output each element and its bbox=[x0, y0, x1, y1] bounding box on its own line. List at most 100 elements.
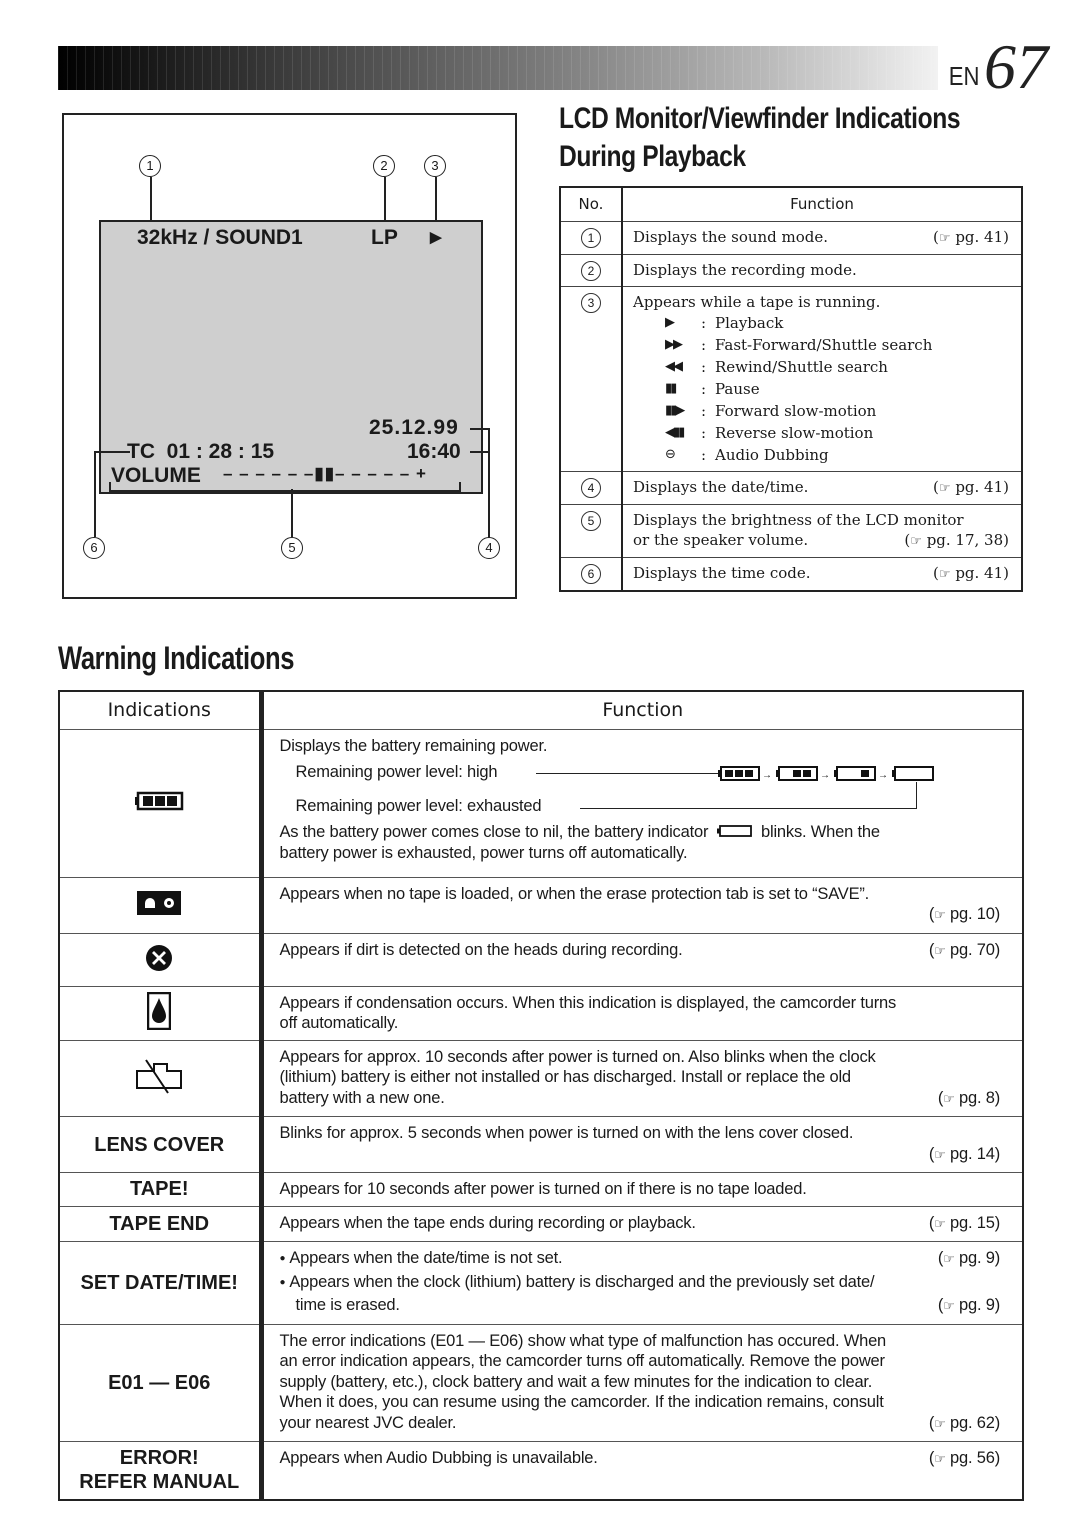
table-row: 2 Displays the recording mode. bbox=[560, 253, 1022, 286]
battery-one-third-icon bbox=[833, 766, 876, 781]
row-text-cont: or the speaker volume. bbox=[633, 530, 809, 549]
sound-mode-text: 32kHz / SOUND1 bbox=[137, 226, 303, 249]
row-text: supply (battery, etc.), clock battery an… bbox=[279, 1372, 873, 1391]
rec-mode-text: LP bbox=[371, 226, 398, 249]
page-reference: (☞ pg. 8) bbox=[937, 1088, 1000, 1107]
warning-section-title: Warning Indications bbox=[58, 640, 295, 676]
tape-symbol-list: ▶: Playback ▶▶: Fast-Forward/Shuttle searc… bbox=[665, 312, 1009, 466]
header-function: Function bbox=[622, 186, 1022, 221]
row-text: Displays the recording mode. bbox=[633, 260, 857, 279]
header-function: Function bbox=[261, 690, 1023, 729]
row-text: your nearest JVC dealer. bbox=[279, 1413, 457, 1432]
row-text: Appears when the tape ends during record… bbox=[279, 1213, 696, 1232]
battery-level-sequence: → → → bbox=[717, 766, 934, 781]
row-text: Appears when no tape is loaded, or when … bbox=[279, 884, 870, 903]
lcd-title-line2: During Playback bbox=[559, 140, 746, 173]
row-text: Blinks for approx. 5 seconds when power … bbox=[279, 1124, 854, 1142]
table-header-row: Indications Function bbox=[59, 690, 1023, 729]
leader-line-6-h bbox=[94, 451, 130, 453]
number-badge: 2 bbox=[581, 260, 601, 281]
row-text: battery power is exhausted, power turns … bbox=[279, 843, 688, 862]
row-text: Displays the date/time. bbox=[633, 477, 809, 496]
lcd-function-table: No. Function 1 Displays the sound mode. (… bbox=[559, 186, 1023, 592]
indication-label: ERROR! bbox=[119, 1447, 199, 1470]
callout-4: 4 bbox=[478, 537, 500, 559]
fast-forward-icon: ▶▶ bbox=[665, 336, 683, 352]
leader-line-5 bbox=[291, 489, 293, 537]
row-text: Displays the battery remaining power. bbox=[279, 736, 548, 755]
level-exhausted-label: Remaining power level: exhausted bbox=[295, 797, 542, 815]
callout-5: 5 bbox=[281, 537, 303, 559]
page-reference: (☞ pg. 56) bbox=[928, 1449, 1000, 1467]
row-text: Appears for approx. 10 seconds after pow… bbox=[279, 1047, 876, 1066]
header-gradient-bar bbox=[58, 46, 938, 90]
pointing-hand-icon: ☞ bbox=[938, 230, 951, 246]
table-row: Displays the battery remaining power. Re… bbox=[59, 728, 1023, 877]
table-row: Appears if condensation occurs. When thi… bbox=[59, 985, 1023, 1040]
time-code-text: TC 01 : 28 : 15 bbox=[127, 440, 275, 463]
row-text: an error indication appears, the camcord… bbox=[279, 1352, 886, 1370]
volume-bracket-left bbox=[109, 482, 111, 492]
callout-1: 1 bbox=[139, 155, 161, 177]
leader-line-4 bbox=[488, 428, 490, 538]
battery-empty-icon bbox=[891, 766, 934, 781]
page-number: EN 67 bbox=[946, 31, 1048, 102]
date-text: 25.12.99 bbox=[369, 416, 459, 439]
connector-line bbox=[915, 782, 917, 809]
row-text: battery with a new one. bbox=[279, 1088, 445, 1107]
table-row: E01 — E06 The error indications (E01 — E… bbox=[59, 1323, 1023, 1442]
table-row: Appears when no tape is loaded, or when … bbox=[59, 876, 1023, 933]
table-row: 6 Displays the time code. (☞ pg. 41) bbox=[560, 556, 1022, 591]
page-reference: (☞ pg. 10) bbox=[928, 905, 1000, 923]
row-text: Displays the brightness of the LCD monit… bbox=[633, 510, 964, 529]
pointing-hand-icon: ☞ bbox=[943, 1091, 955, 1107]
battery-level-diagram: Remaining power level: high Remaining po… bbox=[280, 760, 1001, 822]
language-code: EN bbox=[948, 61, 980, 91]
page-reference: (☞ pg. 15) bbox=[928, 1213, 1000, 1232]
indication-label: SET DATE/TIME! bbox=[80, 1271, 238, 1294]
pointing-hand-icon: ☞ bbox=[934, 908, 946, 923]
leader-line-4-date bbox=[470, 428, 490, 430]
pointing-hand-icon: ☞ bbox=[934, 1216, 946, 1232]
volume-scale: – – – – – –▮▮– – – – – + bbox=[223, 464, 427, 483]
list-item: Appears when the date/time is not set.(☞… bbox=[280, 1248, 1000, 1272]
table-header-row: No. Function bbox=[560, 186, 1022, 221]
connector-line bbox=[579, 808, 916, 809]
page-reference: (☞ pg. 41) bbox=[933, 227, 1009, 246]
row-text: When it does, you can resume using the c… bbox=[279, 1393, 884, 1411]
indication-label: E01 — E06 bbox=[108, 1371, 211, 1394]
row-text: Appears while a tape is running. bbox=[633, 292, 881, 311]
volume-bracket bbox=[109, 490, 461, 492]
pointing-hand-icon: ☞ bbox=[934, 1416, 946, 1432]
list-item: ⊖: Audio Dubbing bbox=[665, 445, 829, 464]
number-badge: 1 bbox=[581, 227, 601, 248]
connector-line bbox=[535, 773, 718, 774]
table-row: LENS COVER Blinks for approx. 5 seconds … bbox=[59, 1116, 1023, 1173]
list-item: ▶: Playback bbox=[665, 313, 784, 332]
table-row: Appears for approx. 10 seconds after pow… bbox=[59, 1039, 1023, 1117]
number-badge: 4 bbox=[581, 477, 601, 498]
page-number-value: 67 bbox=[984, 31, 1048, 102]
row-text: blinks. When the bbox=[761, 823, 880, 841]
page-reference: (☞ pg. 14) bbox=[928, 1144, 1000, 1163]
pointing-hand-icon: ☞ bbox=[943, 1252, 955, 1267]
row-text: Appears if dirt is detected on the heads… bbox=[279, 940, 683, 959]
row-text: Appears for 10 seconds after power is tu… bbox=[279, 1180, 807, 1198]
page-reference: (☞ pg. 62) bbox=[928, 1413, 1000, 1432]
callout-3: 3 bbox=[424, 155, 446, 177]
list-item: ▶▶: Fast-Forward/Shuttle search bbox=[665, 335, 933, 354]
table-row: 4 Displays the date/time. (☞ pg. 41) bbox=[560, 470, 1022, 504]
lcd-section-title: LCD Monitor/Viewfinder Indications Durin… bbox=[559, 100, 961, 176]
condensation-icon bbox=[147, 991, 172, 1031]
page-reference: (☞ pg. 41) bbox=[933, 563, 1009, 582]
indication-label: LENS COVER bbox=[94, 1133, 225, 1156]
callout-2: 2 bbox=[373, 155, 395, 177]
list-item: ▮▮: Pause bbox=[665, 379, 760, 398]
list-item: ▮▮▶: Forward slow-motion bbox=[665, 401, 877, 420]
reverse-slow-icon: ◀▮▮ bbox=[665, 424, 685, 440]
pointing-hand-icon: ☞ bbox=[938, 566, 951, 582]
list-item: Appears when the clock (lithium) battery… bbox=[280, 1272, 1001, 1296]
row-text: As the battery power comes close to nil,… bbox=[279, 823, 709, 841]
pointing-hand-icon: ☞ bbox=[910, 533, 922, 549]
indication-label-line2: REFER MANUAL bbox=[79, 1471, 240, 1494]
